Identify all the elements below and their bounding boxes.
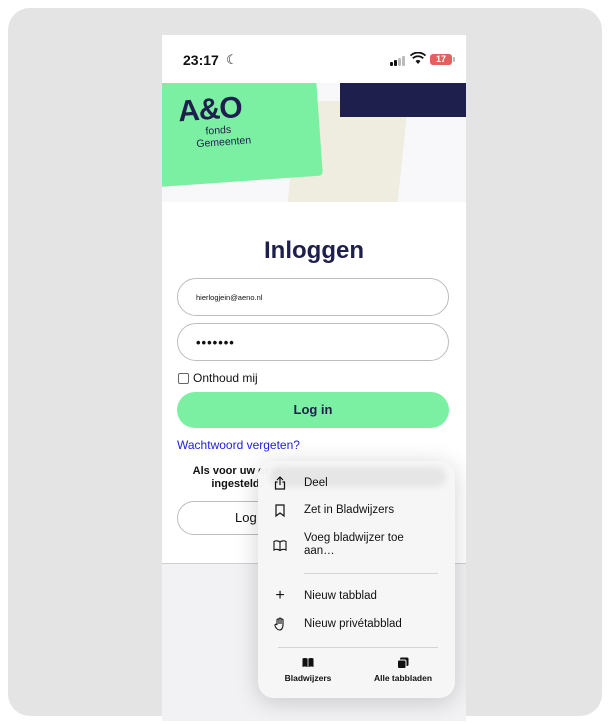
- remember-me-label: Onthoud mij: [193, 371, 258, 385]
- wifi-icon: [410, 52, 426, 64]
- book-icon: [268, 657, 348, 669]
- tab-bookmarks[interactable]: Bladwijzers: [268, 657, 348, 683]
- tab-all-tabs-label: Alle tabbladen: [373, 673, 433, 683]
- plus-icon: +: [275, 587, 285, 604]
- logo-subtitle: fonds Gemeenten: [196, 122, 252, 150]
- menu-item-new-private-tab[interactable]: Nieuw privétabblad: [258, 613, 455, 635]
- menu-item-label: Zet in Bladwijzers: [304, 503, 395, 516]
- phone-screen: 23:17 ☾ 17 A&O fonds Gemeenten Inloggen …: [162, 35, 466, 721]
- status-bar: 23:17 ☾ 17: [162, 35, 466, 83]
- menu-item-add-bookmark[interactable]: Zet in Bladwijzers: [258, 499, 455, 521]
- menu-separator: [278, 647, 438, 648]
- context-menu: Deel Zet in Bladwijzers Voeg bladwijzer …: [258, 461, 455, 698]
- tab-bookmarks-label: Bladwijzers: [284, 673, 332, 683]
- bookmark-icon: [273, 502, 287, 518]
- password-field[interactable]: •••••••: [177, 323, 449, 361]
- screenshot-frame: 23:17 ☾ 17 A&O fonds Gemeenten Inloggen …: [8, 8, 602, 721]
- logo-panel[interactable]: A&O fonds Gemeenten: [162, 83, 323, 187]
- moon-icon: ☾: [226, 52, 238, 67]
- page-title: Inloggen: [264, 237, 364, 264]
- menu-item-label: Voeg bladwijzer toe aan…: [304, 532, 404, 557]
- tab-all-tabs[interactable]: Alle tabbladen: [363, 657, 443, 683]
- forgot-password-link[interactable]: Wachtwoord vergeten?: [177, 438, 300, 452]
- share-icon: [273, 475, 287, 491]
- header-banner: A&O fonds Gemeenten: [162, 83, 466, 202]
- menu-item-add-bookmark-to[interactable]: Voeg bladwijzer toe aan…: [258, 531, 455, 559]
- status-time: 23:17: [183, 52, 219, 68]
- tabs-icon: [363, 657, 443, 669]
- remember-me-checkbox[interactable]: [178, 372, 189, 384]
- menu-separator: [304, 573, 438, 574]
- banner-shape-navy: [340, 83, 466, 117]
- battery-icon: 17: [430, 54, 455, 65]
- book-open-icon: [273, 537, 287, 553]
- menu-item-label: Nieuw privétabblad: [304, 617, 402, 630]
- menu-item-label: Nieuw tabblad: [304, 589, 377, 602]
- menu-item-label: Deel: [304, 476, 328, 489]
- signal-icon: [390, 56, 405, 66]
- logo-subtitle-line2: Gemeenten: [195, 134, 252, 151]
- menu-item-share[interactable]: Deel: [258, 472, 455, 494]
- email-field[interactable]: hierlogjein@aeno.nl: [177, 278, 449, 316]
- menu-item-new-tab[interactable]: + Nieuw tabblad: [258, 585, 455, 607]
- login-button[interactable]: Log in: [177, 392, 449, 428]
- hand-icon: [273, 616, 287, 632]
- remember-me-row[interactable]: Onthoud mij: [178, 371, 258, 385]
